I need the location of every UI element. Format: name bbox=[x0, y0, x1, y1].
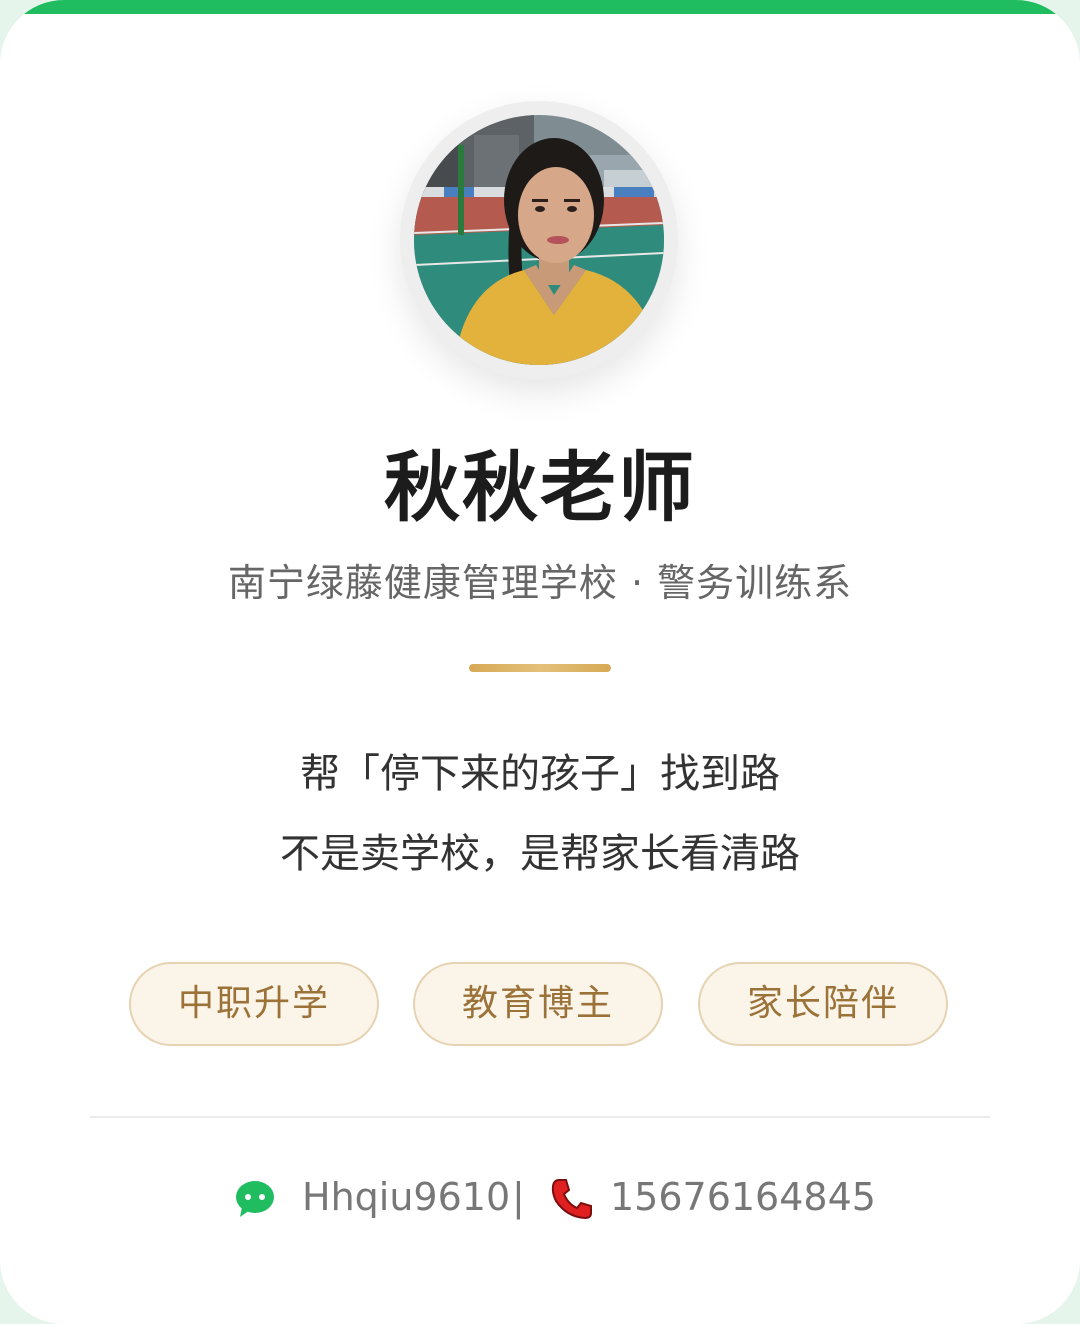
phone-icon bbox=[550, 1177, 594, 1221]
tag-parent-companion: 家长陪伴 bbox=[698, 962, 948, 1046]
gold-divider bbox=[469, 664, 611, 672]
wechat-id[interactable]: Hhqiu9610 bbox=[302, 1168, 510, 1226]
top-accent-bar bbox=[0, 0, 1080, 14]
contact-divider bbox=[90, 1116, 990, 1118]
tag-education-blogger: 教育博主 bbox=[413, 962, 663, 1046]
slogan-line-2: 不是卖学校，是帮家长看清路 bbox=[280, 831, 800, 877]
avatar-photo bbox=[414, 115, 664, 365]
tag-vocational-admission: 中职升学 bbox=[129, 962, 379, 1046]
avatar bbox=[400, 101, 678, 379]
contact-separator: | bbox=[512, 1175, 525, 1219]
phone-number[interactable]: 15676164845 bbox=[610, 1168, 876, 1226]
contact-row: Hhqiu9610 | 15676164845 bbox=[0, 1168, 1080, 1228]
wechat-icon bbox=[234, 1179, 276, 1219]
slogan-line-1: 帮「停下来的孩子」找到路 bbox=[300, 751, 780, 797]
profile-card: 秋秋老师 南宁绿藤健康管理学校 · 警务训练系 帮「停下来的孩子」找到路 不是卖… bbox=[0, 0, 1080, 1324]
profile-name: 秋秋老师 bbox=[384, 443, 696, 532]
profile-organization: 南宁绿藤健康管理学校 · 警务训练系 bbox=[227, 561, 853, 605]
